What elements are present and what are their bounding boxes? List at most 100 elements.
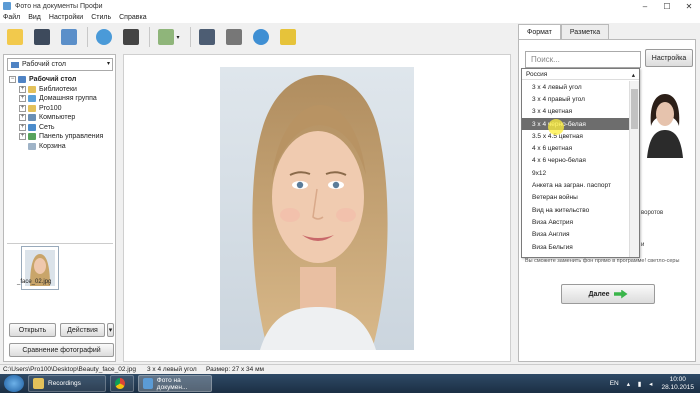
dropdown-item[interactable]: Ветеран войны [522, 192, 629, 204]
calendar-button[interactable] [277, 26, 299, 48]
status-size: Размер: 27 х 34 мм [206, 366, 265, 373]
tree-item-pro100[interactable]: + Pro100 [9, 104, 114, 114]
expand-icon[interactable]: + [19, 123, 26, 131]
folder-icon [28, 85, 36, 93]
app-icon [143, 378, 153, 389]
tray-icons[interactable]: ▴ ▮ ◂ [627, 380, 656, 388]
dropdown-item[interactable]: 3 х 4 цветная [522, 106, 629, 118]
tree-item-recycle-bin[interactable]: Корзина [9, 142, 114, 152]
help-button[interactable] [196, 26, 218, 48]
print-button[interactable] [58, 26, 80, 48]
menu-view[interactable]: Вид [28, 14, 41, 21]
main-photo[interactable] [220, 67, 414, 350]
tree-item-network[interactable]: + Сеть [9, 123, 114, 133]
expand-icon[interactable]: + [19, 133, 26, 141]
film-button[interactable] [223, 26, 245, 48]
menu-help[interactable]: Справка [119, 14, 146, 21]
user-button[interactable] [93, 26, 115, 48]
arrow-right-icon [613, 289, 628, 299]
control-panel-icon [28, 133, 36, 141]
chevron-down-icon: ▾ [106, 61, 110, 67]
window-title: Фото на документы Профи [15, 2, 103, 10]
expand-icon[interactable]: + [19, 114, 26, 122]
save-button[interactable] [31, 26, 53, 48]
dropdown-item[interactable]: Вид на жительство [522, 204, 629, 216]
next-button[interactable]: Далее [561, 284, 655, 304]
folder-icon [11, 61, 19, 68]
dropdown-item[interactable]: 3.5 х 4.5 цветная [522, 130, 629, 142]
close-button[interactable]: ✕ [678, 0, 700, 12]
tree-item-label: Корзина [39, 142, 66, 150]
photo-preview-area [123, 54, 511, 362]
status-path: C:\Users\Pro100\Desktop\Beauty_face_02.j… [3, 366, 136, 373]
tree-item-control-panel[interactable]: + Панель управления [9, 132, 114, 142]
dropdown-header[interactable]: Россия ▴ [522, 69, 639, 80]
minimize-button[interactable]: – [634, 0, 656, 12]
dropdown-item[interactable]: 4 х 6 черно-белая [522, 155, 629, 167]
folder-icon [33, 378, 44, 389]
tree-item-desktop[interactable]: − Рабочий стол [9, 75, 114, 85]
expand-icon[interactable]: + [19, 95, 26, 103]
menu-file[interactable]: Файл [3, 14, 20, 21]
hint-text: Вы сможете заменить фон прямо в программ… [525, 258, 693, 264]
actions-button[interactable]: Действия [60, 323, 105, 337]
menu-settings[interactable]: Настройки [49, 14, 83, 21]
globe-button[interactable] [250, 26, 272, 48]
dropdown-item[interactable]: 4 х 6 цветная [522, 142, 629, 154]
scrollbar-thumb[interactable] [631, 89, 638, 129]
tree-item-computer[interactable]: + Компьютер [9, 113, 114, 123]
clock[interactable]: 10:00 28.10.2015 [661, 376, 694, 392]
taskbar-recordings[interactable]: Recordings [28, 375, 106, 392]
open-folder-icon [7, 29, 23, 45]
settings-button[interactable]: Настройка [645, 49, 693, 67]
image-button[interactable]: ▾ [155, 26, 183, 48]
dropdown-item[interactable]: Анкета на загран. паспорт [522, 179, 629, 191]
chevron-down-icon: ▾ [108, 327, 113, 334]
hint-line: Вы сможете заменить фон прямо в программ… [525, 258, 647, 264]
menu-bar: Файл Вид Настройки Стиль Справка [0, 12, 700, 23]
language-indicator[interactable]: EN [610, 380, 619, 387]
search-input[interactable]: Поиск... [525, 51, 641, 68]
dropdown-item[interactable]: 9x12 [522, 167, 629, 179]
dropdown-item[interactable]: Виза Бельгия [522, 241, 629, 253]
next-button-label: Далее [588, 290, 610, 298]
tab-format[interactable]: Формат [518, 24, 561, 39]
user-folder-icon [28, 104, 36, 112]
dropdown-item[interactable]: Виза Австрия [522, 216, 629, 228]
open-button[interactable]: Открыть [9, 323, 56, 337]
compare-photos-button[interactable]: Сравнение фотографий [9, 343, 114, 357]
toolbar-divider [190, 27, 191, 47]
chrome-icon [115, 378, 125, 389]
dropdown-item[interactable]: Виза Англия [522, 229, 629, 241]
calendar-icon [280, 29, 296, 45]
title-bar: Фото на документы Профи – ☐ ✕ [0, 0, 700, 12]
taskbar-photo-app[interactable]: Фото на докумен... [138, 375, 212, 392]
dropdown-item-selected[interactable]: 3 х 4 черно-белая [522, 117, 629, 131]
tree-item-homegroup[interactable]: + Домашняя группа [9, 94, 114, 104]
start-button[interactable] [4, 375, 24, 392]
dropdown-scrollbar[interactable] [629, 81, 639, 257]
side-text-rotate: воротов [641, 210, 664, 216]
user-icon [96, 29, 112, 45]
toolbar-divider [149, 27, 150, 47]
actions-dropdown-button[interactable]: ▾ [107, 323, 114, 337]
network-icon [28, 123, 36, 131]
print-icon [61, 29, 77, 45]
dropdown-country: Россия [526, 71, 548, 78]
taskbar-chrome[interactable] [110, 375, 134, 392]
expand-icon[interactable]: + [19, 104, 26, 112]
clock-date: 28.10.2015 [661, 383, 694, 391]
tab-layout[interactable]: Разметка [560, 24, 610, 39]
dropdown-item[interactable]: 3 х 4 правый угол [522, 93, 629, 105]
menu-style[interactable]: Стиль [91, 14, 111, 21]
expand-icon[interactable]: + [19, 85, 26, 93]
camera-button[interactable] [120, 26, 142, 48]
dropdown-item[interactable]: 3 х 4 левый угол [522, 81, 629, 93]
format-dropdown-list[interactable]: Россия ▴ 3 х 4 левый угол 3 х 4 правый у… [521, 68, 640, 258]
status-bar: C:\Users\Pro100\Desktop\Beauty_face_02.j… [0, 364, 700, 374]
collapse-icon[interactable]: − [9, 76, 16, 84]
maximize-button[interactable]: ☐ [656, 0, 678, 12]
tree-item-libraries[interactable]: + Библиотеки [9, 85, 114, 95]
open-folder-button[interactable] [4, 26, 26, 48]
folder-select[interactable]: Рабочий стол ▾ [7, 58, 113, 71]
